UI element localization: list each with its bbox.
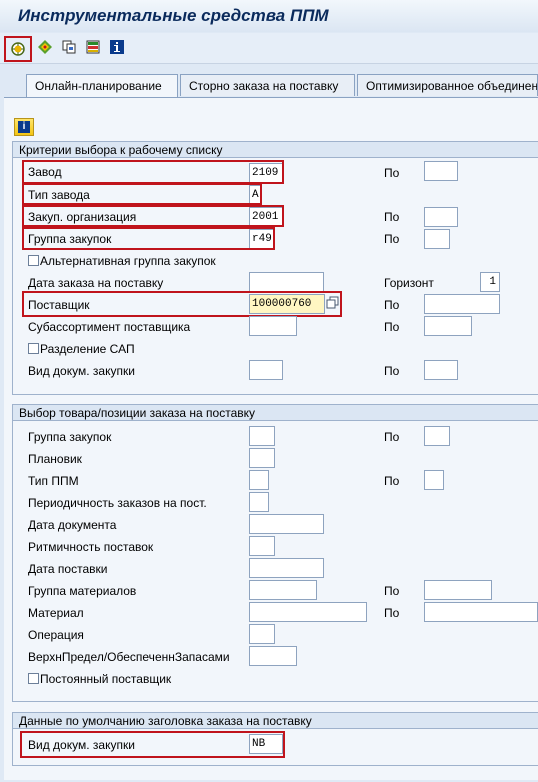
mrp-type-to-label: По [384, 474, 400, 488]
order-freq-input[interactable] [249, 492, 269, 512]
purch-group-label: Группа закупок [28, 430, 112, 444]
vendor-to-input[interactable] [424, 294, 500, 314]
copy-icon [62, 40, 76, 54]
material-label: Материал [28, 606, 84, 620]
operation-input[interactable] [249, 624, 275, 644]
purch-group-to-label: По [384, 232, 400, 246]
material-input[interactable] [249, 602, 367, 622]
delivery-rhythm-input[interactable] [249, 536, 275, 556]
group-header: Критерии выбора к рабочему списку [13, 142, 538, 158]
delivery-rhythm-label: Ритмичность поставок [28, 540, 154, 554]
mrp-type-label: Тип ППМ [28, 474, 79, 488]
purch-org-label: Закуп. организация [28, 210, 137, 224]
layout-icon [86, 40, 100, 54]
vendor-subrange-input[interactable] [249, 316, 297, 336]
mat-group-to-input[interactable] [424, 580, 492, 600]
doc-date-label: Дата документа [28, 518, 117, 532]
default-doc-type-label: Вид докум. закупки [28, 738, 135, 752]
item-purch-group-to-input[interactable] [424, 426, 450, 446]
po-date-input[interactable] [249, 272, 324, 292]
alt-purch-group-label: Альтернативная группа закупок [40, 254, 216, 268]
vendor-subrange-to-input[interactable] [424, 316, 472, 336]
planner-input[interactable] [249, 448, 275, 468]
mat-group-input[interactable] [249, 580, 317, 600]
doc-type-input[interactable] [249, 360, 283, 380]
purch-org-input[interactable]: 2001 [249, 207, 284, 227]
purch-org-to-label: По [384, 210, 400, 224]
default-doc-type-input[interactable]: NB [249, 734, 283, 754]
purch-org-to-input[interactable] [424, 207, 458, 227]
doc-date-input[interactable] [249, 514, 324, 534]
horizon-input[interactable]: 1 [480, 272, 500, 292]
delivery-date-input[interactable] [249, 558, 324, 578]
info-icon: i [18, 121, 30, 133]
vendor-search-help-button[interactable] [326, 296, 340, 310]
mrp-type-input[interactable] [249, 470, 269, 490]
material-to-label: По [384, 606, 400, 620]
doc-type-label: Вид докум. закупки [28, 364, 135, 378]
info-button-small[interactable]: i [14, 118, 34, 136]
sap-split-checkbox[interactable] [28, 343, 39, 354]
purch-group-to-input[interactable] [424, 229, 450, 249]
info-icon [110, 40, 124, 54]
tab-po-cancel[interactable]: Сторно заказа на поставку [180, 74, 355, 96]
vendor-label: Поставщик [28, 298, 90, 312]
material-to-input[interactable] [424, 602, 538, 622]
info-button[interactable] [108, 38, 126, 56]
tab-strip: Онлайн-планирование Сторно заказа на пос… [0, 74, 538, 98]
doc-type-to-input[interactable] [424, 360, 458, 380]
plant-type-label: Тип завода [28, 188, 90, 202]
po-date-label: Дата заказа на поставку [28, 276, 164, 290]
item-purch-group-input[interactable] [249, 426, 275, 446]
vendor-subrange-label: Субассортимент поставщика [28, 320, 191, 334]
execute-icon [11, 42, 25, 56]
title-bar: Инструментальные средства ППМ [0, 0, 538, 32]
search-help-icon [326, 296, 339, 309]
plant-label: Завод [28, 165, 62, 179]
application-toolbar [0, 33, 538, 64]
horizon-label: Горизонт [384, 276, 434, 290]
delivery-date-label: Дата поставки [28, 562, 108, 576]
plant-to-label: По [384, 166, 400, 180]
alt-purch-group-checkbox[interactable] [28, 255, 39, 266]
planner-label: Плановик [28, 452, 82, 466]
execute-button[interactable] [4, 36, 32, 62]
layout-button[interactable] [84, 38, 102, 56]
mat-group-label: Группа материалов [28, 584, 137, 598]
tab-online-planning[interactable]: Онлайн-планирование [26, 74, 178, 98]
variant-icon [38, 40, 52, 54]
sap-split-label: Разделение САП [40, 342, 135, 356]
copy-button[interactable] [60, 38, 78, 56]
plant-input[interactable]: 2109 [249, 163, 284, 183]
tab-optimized-merge[interactable]: Оптимизированное объединение [357, 74, 538, 96]
group-header: Данные по умолчанию заголовка заказа на … [13, 713, 538, 729]
operation-label: Операция [28, 628, 84, 642]
vendor-subrange-to-label: По [384, 320, 400, 334]
plant-type-input[interactable]: A [249, 185, 261, 205]
vendor-input[interactable]: 100000760 [249, 294, 325, 314]
order-freq-label: Периодичность заказов на пост. [28, 496, 207, 510]
plant-to-input[interactable] [424, 161, 458, 181]
doc-type-to-label: По [384, 364, 400, 378]
page-title: Инструментальные средства ППМ [18, 6, 329, 25]
purch-group-label: Группа закупок [28, 232, 112, 246]
mat-group-to-label: По [384, 584, 400, 598]
vendor-to-label: По [384, 298, 400, 312]
mrp-type-to-input[interactable] [424, 470, 444, 490]
purch-group-input[interactable]: r49 [249, 229, 275, 249]
variant-button[interactable] [36, 38, 54, 56]
upper-limit-input[interactable] [249, 646, 297, 666]
regular-vendor-checkbox[interactable] [28, 673, 39, 684]
upper-limit-label: ВерхнПредел/ОбеспеченнЗапасами [28, 650, 230, 664]
item-purch-group-to-label: По [384, 430, 400, 444]
regular-vendor-label: Постоянный поставщик [40, 672, 172, 686]
group-header: Выбор товара/позиции заказа на поставку [13, 405, 538, 421]
